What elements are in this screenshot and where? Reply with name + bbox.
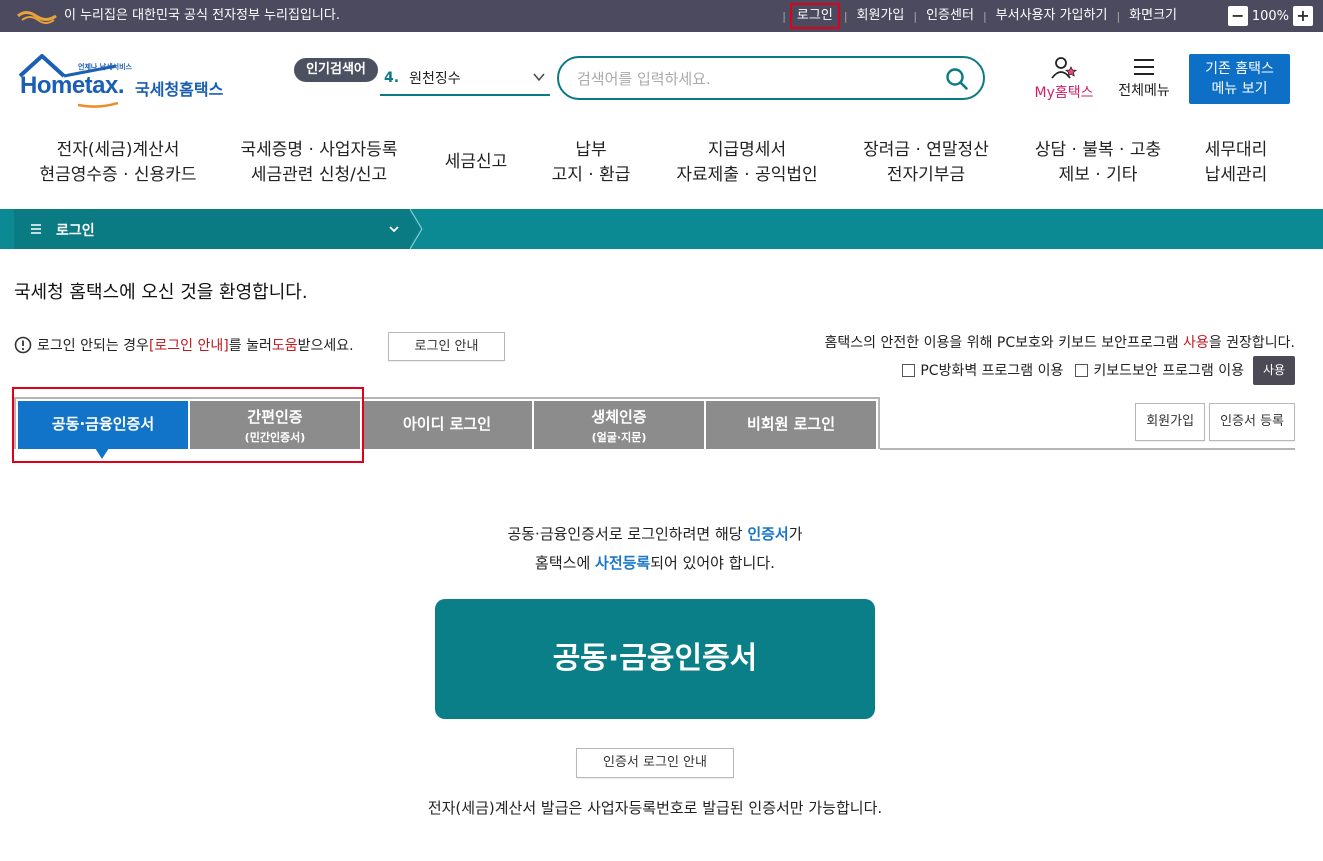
joint-financial-cert-login-button[interactable]: 공동·금융인증서 [435,599,875,719]
gnb-item-e-invoice[interactable]: 전자(세금)계산서 현금영수증 · 신용카드 [38,138,198,188]
join-button[interactable]: 회원가입 [1135,403,1206,441]
chevron-down-icon [533,73,545,82]
zoom-level: 100% [1251,8,1289,24]
login-guide-inline-link[interactable]: [로그인 안내] [149,335,229,355]
zoom-control: − 100% + [1227,6,1313,26]
chevron-down-icon [389,226,399,233]
gnb-item-payment-statements[interactable]: 지급명세서 자료제출 · 공익법인 [668,138,826,188]
logo-korean-name: 국세청홈택스 [135,80,224,99]
popular-keyword-dropdown[interactable]: 4. 원천징수 [380,62,550,96]
signup-link[interactable]: 회원가입 [857,8,905,24]
cert-login-guide-button[interactable]: 인증서 로그인 안내 [576,748,734,778]
tab-simple-auth[interactable]: 간편인증 (민간인증서) [190,401,360,449]
alert-circle-icon [14,336,32,354]
cert-center-link[interactable]: 인증센터 [926,8,974,24]
keyboard-security-checkbox[interactable] [1075,363,1089,377]
side-buttons: 회원가입 인증서 등록 [1135,403,1295,441]
tab-non-member-login[interactable]: 비회원 로그인 [706,401,876,449]
location-current: 로그인 [56,223,95,239]
search-box [557,56,985,100]
gov-notice-text: 이 누리집은 대한민국 공식 전자정부 누리집입니다. [64,8,340,23]
legacy-menu-line2: 메뉴 보기 [1211,81,1268,97]
gnb-item-incentives[interactable]: 장려금 · 연말정산 전자기부금 [854,138,998,188]
logo-underline-icon [78,102,118,108]
login-guide-button[interactable]: 로그인 안내 [388,332,505,361]
screen-size-label: 화면크기 [1129,8,1177,23]
firewall-label: PC방화벽 프로그램 이용 [920,363,1064,379]
gnb-item-tax-filing[interactable]: 세금신고 [436,150,516,175]
gov-notice-bar: 이 누리집은 대한민국 공식 전자정부 누리집입니다. | 로그인 | 회원가입… [0,0,1323,32]
all-menu-button[interactable]: 전체메뉴 [1112,56,1176,100]
logo-tagline: 언제나 납세서비스 [78,63,132,71]
gnb-item-consulting[interactable]: 상담 · 불복 · 고충 제보 · 기타 [1026,138,1170,188]
security-options: PC방화벽 프로그램 이용 키보드보안 프로그램 이용 사용 [890,355,1295,385]
tab-joint-financial-cert[interactable]: 공동·금융인증서 [18,401,188,449]
active-tab-pointer-icon [95,448,109,459]
zoom-in-button[interactable]: + [1293,6,1313,26]
breadcrumb-arrow-icon [408,209,423,249]
egov-logo-icon [17,11,57,24]
tab-biometric[interactable]: 생체인증 (얼굴·지문) [534,401,704,449]
security-recommendation: 홈택스의 안전한 이용을 위해 PC보호와 키보드 보안프로그램 사용을 권장합… [824,335,1295,351]
cert-info-text: 공동·금융인증서로 로그인하려면 해당 인증서가 홈택스에 사전등록되어 있어야… [507,525,803,572]
login-link[interactable]: 로그인 [789,3,840,29]
popular-keywords-label: 인기검색어 [294,58,378,82]
list-menu-icon [31,224,41,234]
use-security-button[interactable]: 사용 [1253,355,1295,385]
hometax-logo[interactable]: 언제나 납세서비스 Hometax. 국세청홈택스 [16,50,236,110]
zoom-out-button[interactable]: − [1227,6,1248,26]
keyboard-security-label: 키보드보안 프로그램 이용 [1093,363,1244,379]
logo-wordmark: Hometax. [20,72,125,99]
dept-user-join-link[interactable]: 부서사용자 가입하기 [996,8,1108,24]
all-menu-label: 전체메뉴 [1118,83,1170,99]
register-cert-button[interactable]: 인증서 등록 [1209,403,1295,441]
my-hometax-button[interactable]: My홈택스 [1028,56,1100,102]
tab-id-login[interactable]: 아이디 로그인 [362,401,532,449]
gnb-item-tax-certificates[interactable]: 국세증명 · 사업자등록 세금관련 신청/신고 [228,138,410,188]
login-tabs: 공동·금융인증서 간편인증 (민간인증서) 아이디 로그인 생체인증 (얼굴·지… [14,397,880,449]
main-navigation: 전자(세금)계산서 현금영수증 · 신용카드 국세증명 · 사업자등록 세금관련 신… [0,130,1323,196]
search-icon[interactable] [945,67,969,91]
e-invoice-notice: 전자(세금)계산서 발급은 사업자등록번호로 발급된 인증서만 가능합니다. [427,799,883,817]
location-dropdown[interactable]: 로그인 [14,209,410,249]
gnb-item-tax-agent[interactable]: 세무대리 납세관리 [1196,138,1276,188]
login-help-line: 로그인 안되는 경우 [로그인 안내] 를 눌러 도움 받으세요. [14,335,354,355]
my-hometax-label: My홈택스 [1034,85,1094,101]
welcome-message: 국세청 홈택스에 오신 것을 환영합니다. [14,282,308,303]
location-bar: 로그인 [0,209,1323,249]
user-star-icon [1051,57,1077,79]
utility-links: | 로그인 | 회원가입 | 인증센터 | 부서사용자 가입하기 | 화면크기 [782,3,1177,29]
legacy-menu-line1: 기존 홈택스 [1205,61,1274,77]
gnb-item-payment[interactable]: 납부 고지 · 환급 [544,138,638,188]
popular-keyword: 원천징수 [409,71,461,87]
firewall-checkbox[interactable] [902,363,916,377]
hamburger-menu-icon [1134,59,1154,75]
tabs-divider [880,448,1295,450]
legacy-menu-button[interactable]: 기존 홈택스 메뉴 보기 [1189,54,1290,104]
popular-rank: 4. [384,70,400,86]
search-input[interactable] [577,68,937,90]
